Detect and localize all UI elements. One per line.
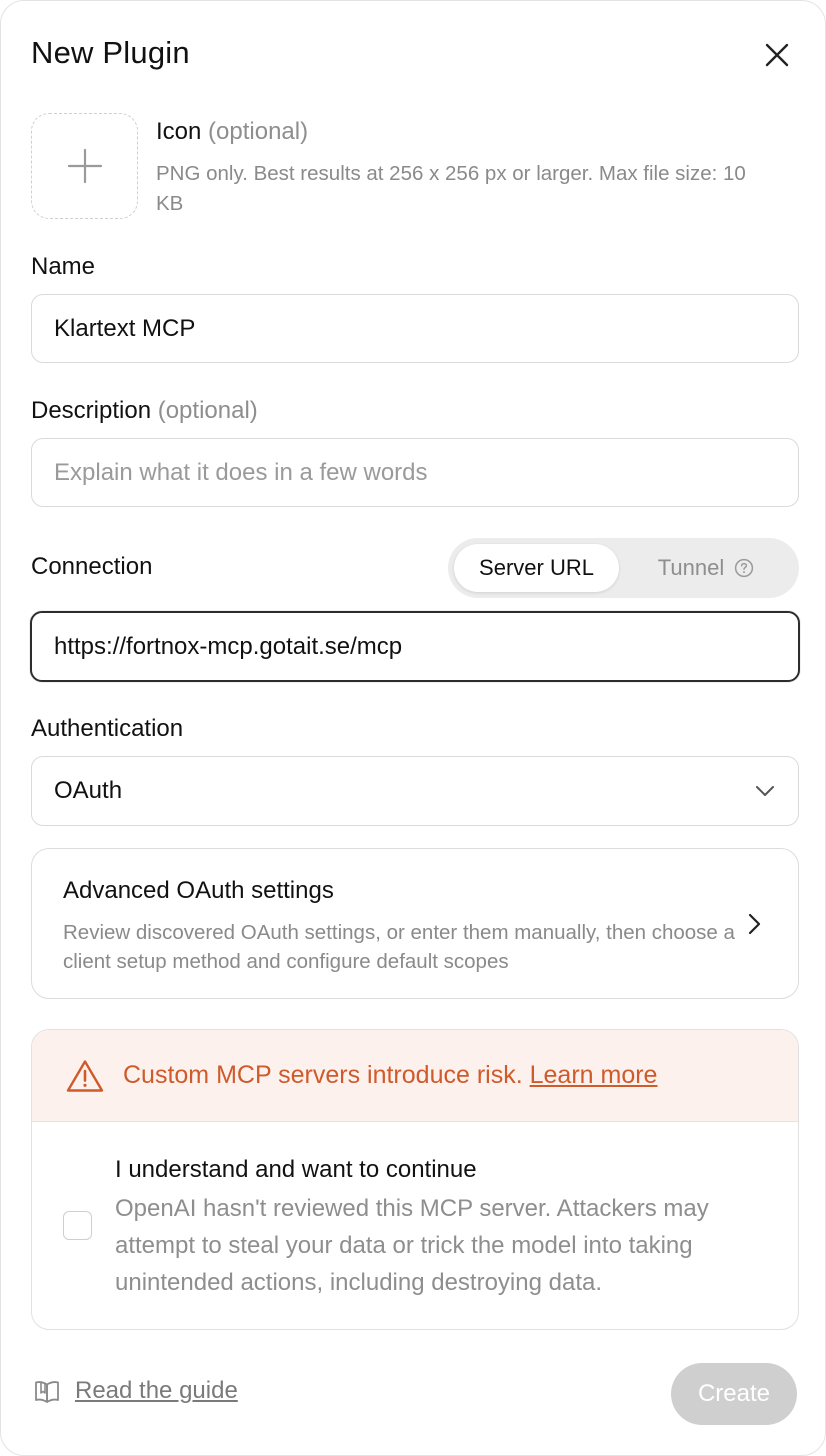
icon-label: Icon xyxy=(156,118,202,145)
description-label-row: Description (optional) xyxy=(31,397,258,425)
icon-upload-help: PNG only. Best results at 256 x 256 px o… xyxy=(156,162,746,215)
description-field[interactable] xyxy=(31,438,799,507)
book-icon xyxy=(35,1381,59,1403)
dialog-title: New Plugin xyxy=(31,35,190,70)
advanced-oauth-title: Advanced OAuth settings xyxy=(63,877,334,904)
authentication-label: Authentication xyxy=(31,715,184,742)
acknowledge-title: I understand and want to continue xyxy=(115,1156,477,1183)
server-url-field[interactable] xyxy=(30,611,800,682)
risk-warning-message: Custom MCP servers introduce risk. xyxy=(123,1061,523,1089)
learn-more-link[interactable]: Learn more xyxy=(530,1061,658,1089)
authentication-selected-value: OAuth xyxy=(54,777,123,804)
connection-type-toggle: Server URL Tunnel xyxy=(448,538,799,598)
acknowledge-description: OpenAI hasn't reviewed this MCP server. … xyxy=(115,1195,709,1296)
icon-upload-button[interactable] xyxy=(31,113,138,219)
risk-warning-panel: Custom MCP servers introduce risk. Learn… xyxy=(31,1029,799,1330)
authentication-select[interactable]: OAuth xyxy=(31,756,799,826)
server-url-input[interactable] xyxy=(54,632,776,661)
new-plugin-dialog: New Plugin Icon (optional) PNG only. Bes… xyxy=(0,0,826,1456)
close-button[interactable] xyxy=(759,37,795,73)
advanced-oauth-description: Review discovered OAuth settings, or ent… xyxy=(63,921,735,973)
plus-icon xyxy=(67,148,102,184)
icon-optional-label: (optional) xyxy=(208,118,309,145)
acknowledge-checkbox[interactable] xyxy=(63,1211,92,1240)
description-input[interactable] xyxy=(54,458,776,487)
read-guide-link[interactable]: Read the guide xyxy=(33,1377,238,1405)
name-input[interactable] xyxy=(54,314,776,343)
description-label: Description xyxy=(31,397,152,424)
close-icon xyxy=(765,43,789,67)
server-url-option[interactable]: Server URL xyxy=(454,544,619,592)
warning-triangle-icon xyxy=(66,1059,104,1092)
create-button[interactable]: Create xyxy=(671,1363,797,1425)
tunnel-option[interactable]: Tunnel xyxy=(619,544,793,592)
chevron-right-icon xyxy=(748,913,761,935)
advanced-oauth-settings-card[interactable]: Advanced OAuth settings Review discovere… xyxy=(31,848,799,999)
tunnel-option-label: Tunnel xyxy=(657,555,725,580)
read-guide-label: Read the guide xyxy=(75,1377,238,1404)
help-circle-icon[interactable] xyxy=(734,558,754,578)
description-optional-label: (optional) xyxy=(157,397,258,424)
name-label: Name xyxy=(31,253,96,280)
connection-label: Connection xyxy=(31,553,153,580)
risk-warning-text: Custom MCP servers introduce risk. Learn… xyxy=(123,1061,657,1090)
chevron-down-icon xyxy=(756,786,774,796)
risk-warning-banner: Custom MCP servers introduce risk. Learn… xyxy=(32,1030,798,1122)
name-field[interactable] xyxy=(31,294,799,363)
icon-upload-title: Icon (optional) xyxy=(156,118,308,146)
